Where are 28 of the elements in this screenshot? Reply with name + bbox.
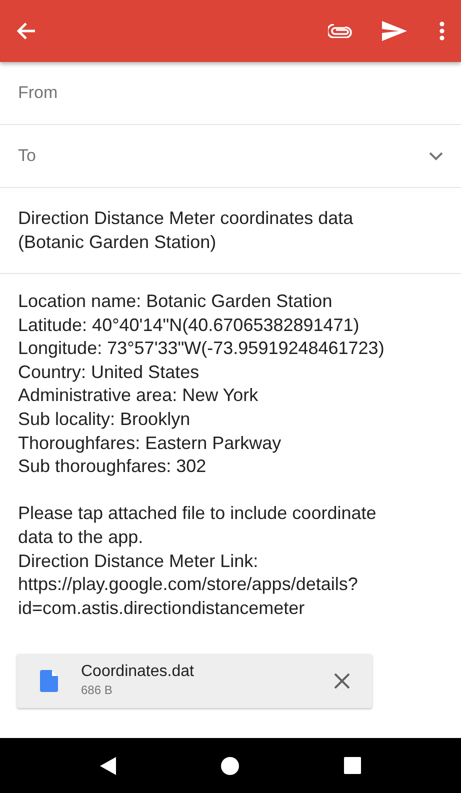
body-text-line: Direction Distance Meter Link: (18, 550, 260, 573)
paperclip-icon[interactable] (328, 24, 352, 38)
body-text-line: Country: United States (18, 360, 200, 384)
remove-button[interactable] (334, 673, 350, 689)
body-text-line: Thoroughfares: Eastern Parkway (18, 432, 282, 455)
body-text-line: data to the app. (18, 526, 144, 549)
body-text-line: Sub locality: Brooklyn (18, 408, 192, 431)
attachment-card[interactable]: Coordinates.dat 686 B (17, 654, 372, 708)
file-icon (40, 670, 58, 692)
body-text-line: Location name: Botanic Garden Station (18, 290, 334, 313)
recents-icon[interactable] (344, 757, 361, 774)
from-label: From (18, 82, 58, 104)
send-icon[interactable] (382, 21, 407, 41)
more-icon[interactable] (439, 21, 445, 41)
subject-text[interactable]: Direction Distance Meter coordinates data (Botanic Garden Station) (18, 206, 418, 254)
body-text-line: Administrative area: New York (18, 384, 260, 408)
home-icon[interactable] (220, 756, 239, 774)
to-label: To (18, 145, 36, 168)
body-text-line: Longitude: 73°57'33"W(-73.95919248461723) (18, 337, 386, 360)
file-name: Coordinates.dat (81, 663, 195, 681)
back-icon[interactable] (100, 756, 116, 774)
chevron-icon[interactable] (429, 152, 443, 160)
file-size: 686 B (81, 682, 114, 699)
body-text-line: Sub thoroughfares: 302 (18, 455, 208, 478)
body-text-line: Please tap attached file to include coordinate (18, 502, 378, 526)
body-text-line: https://play.google.com/store/apps/details? (18, 573, 359, 596)
body-text-line: id=com.astis.directiondistancemeter (18, 596, 306, 620)
body-text-line: Latitude: 40°40'14"N(40.67065382891471) (18, 314, 360, 337)
